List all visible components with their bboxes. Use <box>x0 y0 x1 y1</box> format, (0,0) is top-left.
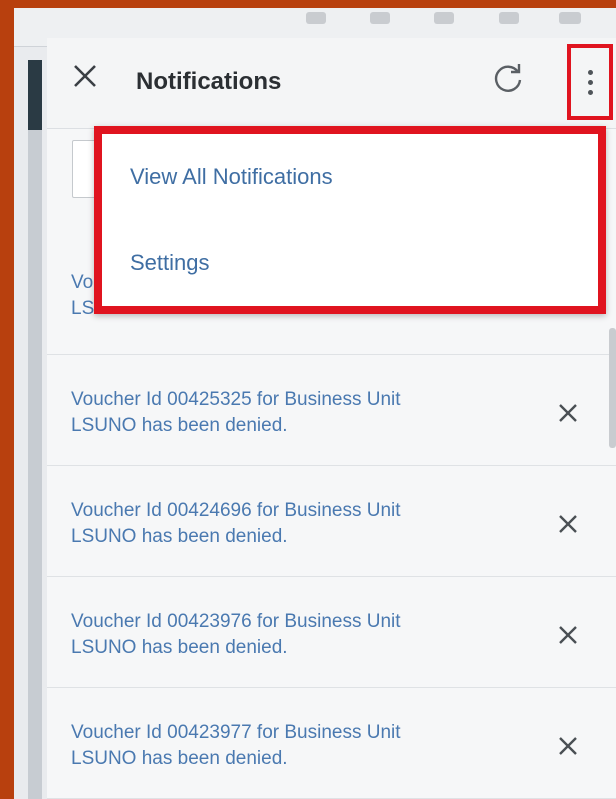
notification-item[interactable]: Voucher Id 00423976 for Business Unit LS… <box>47 577 616 688</box>
dismiss-icon[interactable] <box>555 400 581 426</box>
background-page-edge <box>28 60 42 799</box>
dismiss-icon[interactable] <box>555 733 581 759</box>
background-page-header <box>28 60 42 130</box>
toolbar-icon[interactable] <box>559 12 581 24</box>
notification-text: Voucher Id 00423977 for Business Unit LS… <box>71 722 401 769</box>
notifications-panel: Notifications Vo LSUNO has been denied. … <box>47 38 616 799</box>
dismiss-icon[interactable] <box>555 622 581 648</box>
notification-item[interactable]: Voucher Id 00423977 for Business Unit LS… <box>47 688 616 799</box>
menu-item-settings[interactable]: Settings <box>130 250 210 276</box>
notification-item[interactable]: Voucher Id 00425325 for Business Unit LS… <box>47 355 616 466</box>
kebab-menu-icon-dot <box>588 80 593 85</box>
more-options-button[interactable] <box>567 44 613 120</box>
notification-text: Voucher Id 00424696 for Business Unit LS… <box>71 500 401 547</box>
notifications-list: Vo LSUNO has been denied. Voucher Id 004… <box>47 248 616 799</box>
notification-text: Voucher Id 00423976 for Business Unit LS… <box>71 611 401 658</box>
scrollbar[interactable] <box>609 328 616 448</box>
toolbar-icon[interactable] <box>499 12 519 24</box>
kebab-menu-icon <box>588 70 593 75</box>
panel-title: Notifications <box>136 68 282 95</box>
panel-header: Notifications <box>47 38 616 129</box>
notification-item[interactable]: Voucher Id 00424696 for Business Unit LS… <box>47 466 616 577</box>
notification-text: Voucher Id 00425325 for Business Unit LS… <box>71 389 401 436</box>
toolbar-icon[interactable] <box>370 12 390 24</box>
toolbar-icon[interactable] <box>434 12 454 24</box>
kebab-menu-icon-dot <box>588 90 593 95</box>
dismiss-icon[interactable] <box>555 511 581 537</box>
refresh-icon[interactable] <box>490 60 526 96</box>
more-options-menu: View All Notifications Settings <box>94 126 606 314</box>
menu-item-view-all-notifications[interactable]: View All Notifications <box>130 164 333 190</box>
close-icon[interactable] <box>69 60 101 92</box>
toolbar-icon[interactable] <box>306 12 326 24</box>
